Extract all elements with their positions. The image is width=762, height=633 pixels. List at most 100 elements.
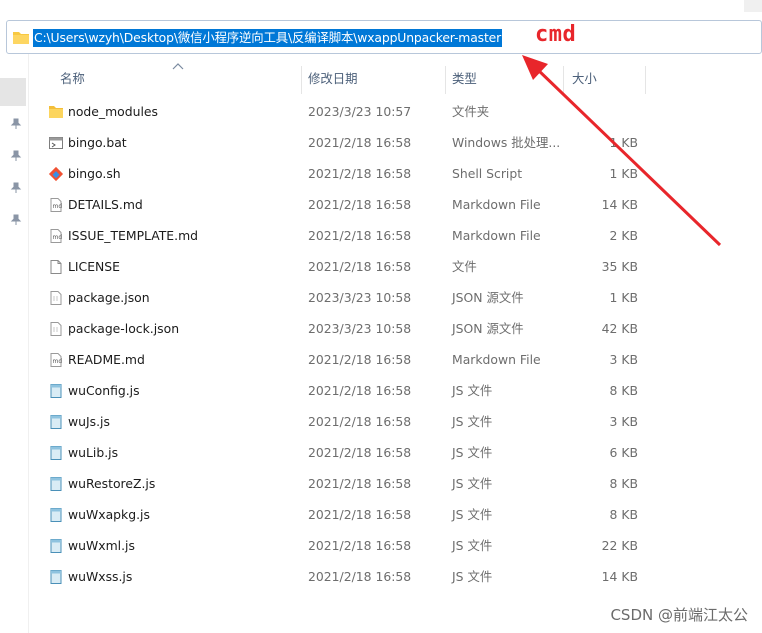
list-item[interactable]: LICENSE 2021/2/18 16:58 文件 35 KB xyxy=(0,252,762,283)
file-date: 2021/2/18 16:58 xyxy=(308,476,412,491)
window-top-strip xyxy=(0,0,762,14)
file-name: wuWxapkg.js xyxy=(68,507,150,522)
js-file-icon xyxy=(50,446,62,460)
file-date: 2023/3/23 10:57 xyxy=(308,104,412,119)
markdown-file-icon: md xyxy=(50,229,62,243)
json-file-icon xyxy=(50,291,62,305)
column-separator[interactable] xyxy=(563,66,564,94)
file-type: 文件夹 xyxy=(452,104,490,119)
file-date: 2021/2/18 16:58 xyxy=(308,135,412,150)
watermark: CSDN @前端江太公 xyxy=(610,606,748,624)
file-date: 2021/2/18 16:58 xyxy=(308,383,412,398)
file-date: 2021/2/18 16:58 xyxy=(308,569,412,584)
window-corner xyxy=(744,0,762,12)
file-date: 2021/2/18 16:58 xyxy=(308,197,412,212)
file-name: node_modules xyxy=(68,104,159,119)
file-size: 35 KB xyxy=(601,259,638,274)
json-file-icon xyxy=(50,322,62,336)
file-name: README.md xyxy=(68,352,145,367)
file-date: 2023/3/23 10:58 xyxy=(308,321,412,336)
file-type: Markdown File xyxy=(452,197,541,212)
list-item[interactable]: wuLib.js 2021/2/18 16:58 JS 文件 6 KB xyxy=(0,438,762,469)
list-item[interactable]: wuWxapkg.js 2021/2/18 16:58 JS 文件 8 KB xyxy=(0,500,762,531)
file-size: 22 KB xyxy=(601,538,638,553)
markdown-file-icon: md xyxy=(50,198,62,212)
sort-ascending-icon xyxy=(172,63,184,70)
blank-file-icon xyxy=(50,260,62,274)
file-size: 1 KB xyxy=(609,166,638,181)
file-name: package.json xyxy=(68,290,150,305)
file-type: JSON 源文件 xyxy=(452,321,524,336)
file-size: 1 KB xyxy=(609,135,638,150)
file-size: 3 KB xyxy=(609,352,638,367)
list-item[interactable]: bingo.bat 2021/2/18 16:58 Windows 批处理...… xyxy=(0,128,762,159)
list-item[interactable]: node_modules 2023/3/23 10:57 文件夹 xyxy=(0,97,762,128)
annotation-cmd-label: cmd xyxy=(535,22,577,47)
list-item[interactable]: wuJs.js 2021/2/18 16:58 JS 文件 3 KB xyxy=(0,407,762,438)
file-name: wuWxss.js xyxy=(68,569,133,584)
file-type: Markdown File xyxy=(452,228,541,243)
js-file-icon xyxy=(50,539,62,553)
column-separator[interactable] xyxy=(445,66,446,94)
address-path[interactable]: C:\Users\wzyh\Desktop\微信小程序逆向工具\反编译脚本\wx… xyxy=(33,29,503,47)
file-name: package-lock.json xyxy=(68,321,180,336)
file-name: bingo.bat xyxy=(68,135,127,150)
file-date: 2021/2/18 16:58 xyxy=(308,259,412,274)
file-name: DETAILS.md xyxy=(68,197,143,212)
file-name: wuRestoreZ.js xyxy=(68,476,156,491)
file-size: 1 KB xyxy=(609,290,638,305)
file-size: 3 KB xyxy=(609,414,638,429)
list-item[interactable]: wuRestoreZ.js 2021/2/18 16:58 JS 文件 8 KB xyxy=(0,469,762,500)
file-type: JSON 源文件 xyxy=(452,290,524,305)
file-size: 2 KB xyxy=(609,228,638,243)
svg-text:md: md xyxy=(53,358,63,365)
file-type: JS 文件 xyxy=(452,383,493,398)
list-item[interactable]: package-lock.json 2023/3/23 10:58 JSON 源… xyxy=(0,314,762,345)
file-size: 42 KB xyxy=(601,321,638,336)
column-header-name[interactable]: 名称 xyxy=(60,66,85,94)
file-type: Windows 批处理... xyxy=(452,135,561,150)
file-explorer-window: C:\Users\wzyh\Desktop\微信小程序逆向工具\反编译脚本\wx… xyxy=(0,0,762,633)
js-file-icon xyxy=(50,415,62,429)
list-item[interactable]: bingo.sh 2021/2/18 16:58 Shell Script 1 … xyxy=(0,159,762,190)
js-file-icon xyxy=(50,508,62,522)
column-header-size[interactable]: 大小 xyxy=(572,66,597,94)
markdown-file-icon: md xyxy=(50,353,63,367)
column-header-type[interactable]: 类型 xyxy=(452,66,477,94)
file-name: wuLib.js xyxy=(68,445,119,460)
list-item[interactable]: md README.md 2021/2/18 16:58 Markdown Fi… xyxy=(0,345,762,376)
file-type: JS 文件 xyxy=(452,445,493,460)
file-date: 2021/2/18 16:58 xyxy=(308,166,412,181)
file-size: 8 KB xyxy=(609,383,638,398)
batch-file-icon xyxy=(49,137,63,149)
list-item[interactable]: wuWxss.js 2021/2/18 16:58 JS 文件 14 KB xyxy=(0,562,762,593)
file-size: 14 KB xyxy=(601,197,638,212)
file-name: wuJs.js xyxy=(68,414,110,429)
list-item[interactable]: md DETAILS.md 2021/2/18 16:58 Markdown F… xyxy=(0,190,762,221)
file-type: 文件 xyxy=(452,259,477,274)
file-name: ISSUE_TEMPLATE.md xyxy=(68,228,199,243)
js-file-icon xyxy=(50,384,62,398)
list-item[interactable]: package.json 2023/3/23 10:58 JSON 源文件 1 … xyxy=(0,283,762,314)
list-item[interactable]: wuConfig.js 2021/2/18 16:58 JS 文件 8 KB xyxy=(0,376,762,407)
column-separator[interactable] xyxy=(645,66,646,94)
file-type: Shell Script xyxy=(452,166,523,181)
list-item[interactable]: md ISSUE_TEMPLATE.md 2021/2/18 16:58 Mar… xyxy=(0,221,762,252)
address-bar[interactable]: C:\Users\wzyh\Desktop\微信小程序逆向工具\反编译脚本\wx… xyxy=(6,20,762,54)
list-item[interactable]: wuWxml.js 2021/2/18 16:58 JS 文件 22 KB xyxy=(0,531,762,562)
column-separator[interactable] xyxy=(301,66,302,94)
file-type: JS 文件 xyxy=(452,538,493,553)
git-script-icon xyxy=(48,166,64,182)
file-date: 2021/2/18 16:58 xyxy=(308,414,412,429)
file-date: 2021/2/18 16:58 xyxy=(308,352,412,367)
js-file-icon xyxy=(50,477,62,491)
file-size: 8 KB xyxy=(609,507,638,522)
file-type: Markdown File xyxy=(452,352,541,367)
column-header-date[interactable]: 修改日期 xyxy=(308,66,358,94)
file-date: 2021/2/18 16:58 xyxy=(308,507,412,522)
file-type: JS 文件 xyxy=(452,476,493,491)
file-name: wuWxml.js xyxy=(68,538,135,553)
js-file-icon xyxy=(50,570,62,584)
file-size: 6 KB xyxy=(609,445,638,460)
file-date: 2021/2/18 16:58 xyxy=(308,228,412,243)
